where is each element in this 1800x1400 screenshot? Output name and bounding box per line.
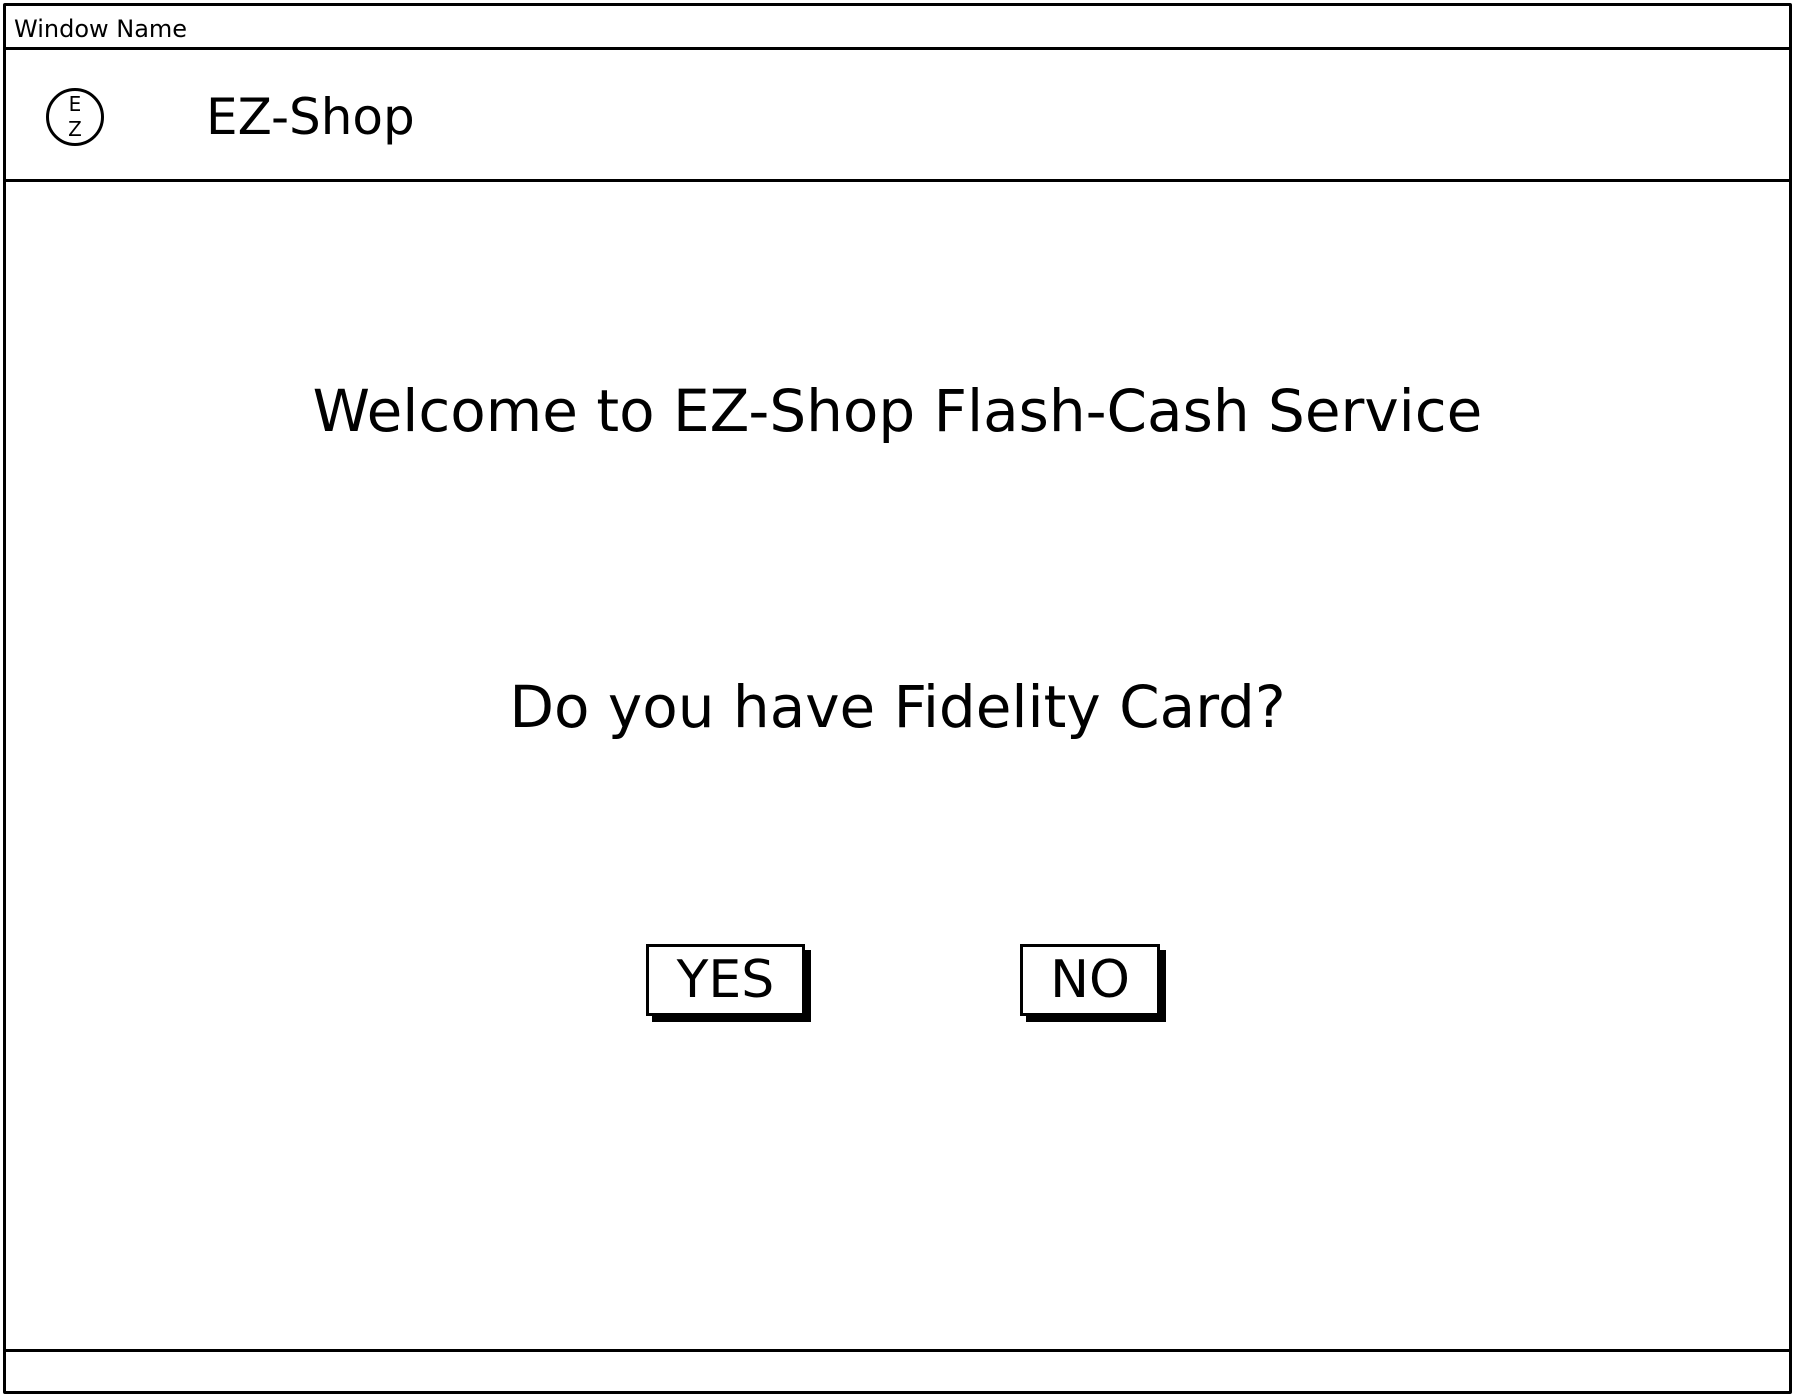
- fidelity-card-question: Do you have Fidelity Card?: [509, 673, 1286, 741]
- logo-letter-z: Z: [68, 117, 82, 141]
- app-window: Window Name E Z EZ-Shop Welcome to EZ-Sh…: [3, 3, 1792, 1394]
- welcome-heading: Welcome to EZ-Shop Flash-Cash Service: [312, 377, 1483, 445]
- window-title: Window Name: [14, 15, 188, 43]
- no-button[interactable]: NO: [1020, 944, 1160, 1016]
- app-header: E Z EZ-Shop: [6, 50, 1789, 182]
- window-titlebar: Window Name: [6, 6, 1789, 50]
- status-bar: [6, 1349, 1789, 1391]
- logo-letter-e: E: [68, 92, 82, 116]
- ez-logo-icon: E Z: [46, 88, 104, 146]
- yes-button[interactable]: YES: [646, 944, 805, 1016]
- app-title: EZ-Shop: [206, 88, 415, 146]
